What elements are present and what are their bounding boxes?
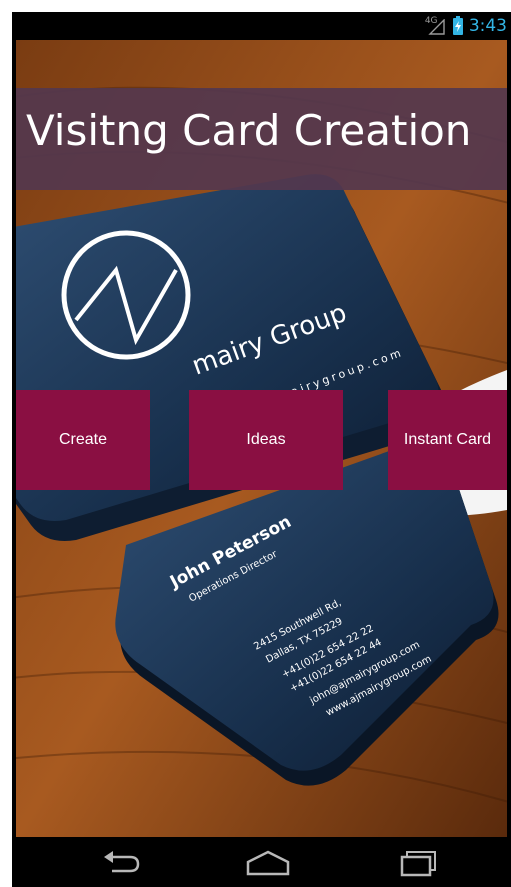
- title-bar: Visitng Card Creation: [16, 88, 507, 190]
- instant-card-button[interactable]: Instant Card: [388, 390, 507, 490]
- status-bar: 4G 3:43: [12, 12, 511, 40]
- status-icons: 4G 3:43: [425, 15, 507, 36]
- create-button[interactable]: Create: [16, 390, 150, 490]
- recent-apps-icon[interactable]: [388, 847, 448, 879]
- home-screen: mairy Group www.ajmairygroup.com John Pe…: [16, 40, 507, 837]
- back-icon[interactable]: [92, 847, 152, 879]
- home-icon[interactable]: [238, 847, 298, 879]
- navigation-bar: [12, 837, 511, 887]
- ideas-button[interactable]: Ideas: [189, 390, 343, 490]
- phone-screen: 4G 3:43 mairy Group www.ajmairygroup.com…: [12, 12, 511, 887]
- app-title: Visitng Card Creation: [26, 106, 472, 155]
- signal-icon: 4G: [425, 16, 447, 36]
- clock: 3:43: [468, 16, 507, 36]
- battery-charging-icon: [452, 15, 463, 35]
